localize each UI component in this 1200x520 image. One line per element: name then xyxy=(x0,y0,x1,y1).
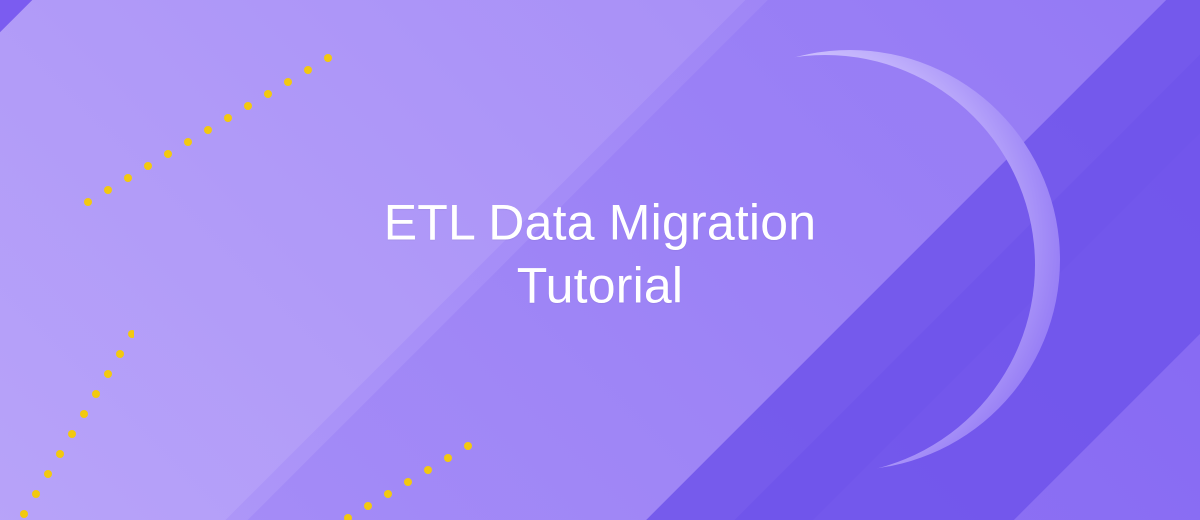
hero-banner: ETL Data Migration Tutorial xyxy=(0,0,1200,520)
banner-title: ETL Data Migration Tutorial xyxy=(384,191,816,316)
